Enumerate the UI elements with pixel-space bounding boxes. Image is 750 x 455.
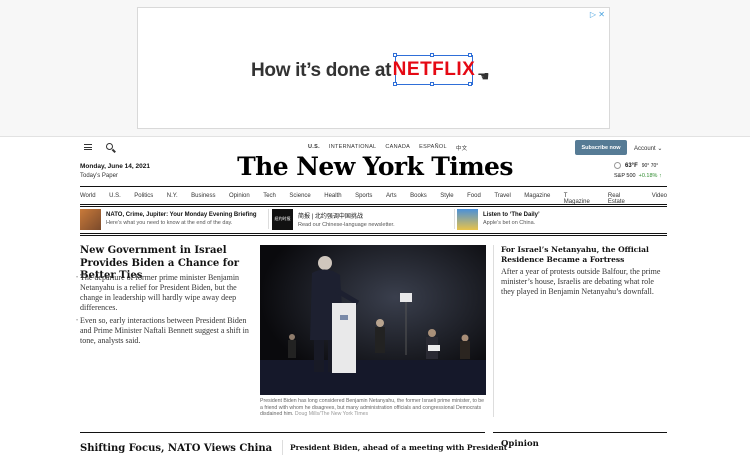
briefing-title: Listen to ‘The Daily’	[483, 212, 540, 218]
lead-summary-list: The departure of former prime minister B…	[76, 273, 250, 349]
selection-handle	[468, 82, 472, 86]
briefing-evening[interactable]: NATO, Crime, Jupiter: Your Monday Evenin…	[80, 208, 265, 230]
ad-choices-icon[interactable]: ▷ ✕	[590, 10, 605, 19]
netflix-logo: NETFLIX	[392, 55, 476, 85]
edition-links: U.S. INTERNATIONAL CANADA ESPAÑOL 中文	[308, 144, 467, 152]
weather-widget[interactable]: 63°F 90° 70°	[614, 162, 658, 169]
account-menu[interactable]: Account ⌄	[634, 145, 662, 152]
summary-bullet: Even so, early interactions between Pres…	[76, 316, 250, 346]
edition-chinese[interactable]: 中文	[456, 144, 468, 152]
todays-paper-link[interactable]: Today’s Paper	[80, 173, 150, 179]
briefing-title: NATO, Crime, Jupiter: Your Monday Evenin…	[106, 212, 257, 218]
ad-banner-area: ▷ ✕ How it’s done at NETFLIX ☚	[0, 0, 750, 137]
selection-handle	[430, 53, 434, 57]
the-daily-thumbnail	[457, 208, 478, 230]
stock-name: S&P 500	[614, 173, 636, 179]
stock-change: +0.18% ↑	[638, 173, 662, 179]
divider	[282, 440, 283, 455]
menu-icon[interactable]	[84, 144, 92, 150]
divider	[454, 209, 455, 229]
stock-widget[interactable]: S&P 500 +0.18% ↑	[614, 173, 662, 179]
selection-handle	[393, 53, 397, 57]
briefing-title: 简报 | 北约强调中国挑战	[298, 213, 363, 220]
weather-high-low: 90° 70°	[641, 163, 659, 170]
briefing-chinese[interactable]: 纽约时报 简报 | 北约强调中国挑战 Read our Chinese-lang…	[272, 208, 452, 230]
selection-handle	[393, 82, 397, 86]
photo-credit: Doug Mills/The New York Times	[294, 411, 369, 417]
divider	[80, 204, 667, 207]
opinion-section-label[interactable]: Opinion	[501, 439, 539, 449]
photo-caption: President Biden has long considered Benj…	[260, 398, 486, 418]
date-block: Monday, June 14, 2021 Today’s Paper	[80, 163, 150, 179]
lead-photo[interactable]	[260, 245, 486, 395]
briefing-the-daily[interactable]: Listen to ‘The Daily’ Apple’s bet on Chi…	[457, 208, 667, 230]
nyt-chinese-logo-icon: 纽约时报	[272, 208, 293, 230]
right-story-headline[interactable]: For Israel’s Netanyahu, the Official Res…	[501, 245, 667, 264]
lead-photo-image	[260, 245, 486, 395]
briefing-subtitle: Read our Chinese-language newsletter.	[298, 221, 395, 228]
divider	[80, 233, 667, 234]
divider	[493, 432, 667, 433]
weather-temp: 63°F	[625, 163, 638, 170]
divider	[80, 432, 485, 433]
search-icon[interactable]	[106, 143, 113, 150]
divider	[268, 209, 269, 229]
selection-handle	[468, 53, 472, 57]
right-story-summary: After a year of protests outside Balfour…	[501, 267, 661, 296]
edition-espanol[interactable]: ESPAÑOL	[419, 144, 447, 152]
ad-box[interactable]: ▷ ✕ How it’s done at NETFLIX ☚	[137, 7, 610, 129]
hand-cursor-icon: ☚	[477, 68, 490, 84]
summary-bullet: The departure of former prime minister B…	[76, 273, 250, 313]
caption-text: President Biden has long considered Benj…	[260, 398, 485, 417]
edition-us[interactable]: U.S.	[308, 144, 320, 152]
divider	[493, 245, 494, 417]
selection-handle	[430, 82, 434, 86]
briefing-subtitle: Apple’s bet on China.	[483, 220, 536, 226]
divider	[80, 235, 667, 236]
ad-text: How it’s done at	[251, 60, 392, 81]
edition-international[interactable]: INTERNATIONAL	[329, 144, 377, 152]
subscribe-button[interactable]: Subscribe now	[575, 140, 627, 155]
nyt-logo[interactable]: The New York Times	[230, 152, 520, 181]
biden-meeting-headline[interactable]: President Biden, ahead of a meeting with…	[290, 443, 507, 452]
nato-headline[interactable]: Shifting Focus, NATO Views China	[80, 443, 272, 454]
weather-sun-icon	[614, 162, 621, 169]
divider	[80, 186, 667, 187]
current-date: Monday, June 14, 2021	[80, 163, 150, 170]
netflix-logo-text: NETFLIX	[392, 59, 476, 80]
briefing-subtitle: Here’s what you need to know at the end …	[106, 220, 233, 226]
briefing-thumbnail	[80, 208, 101, 230]
edition-canada[interactable]: CANADA	[385, 144, 410, 152]
